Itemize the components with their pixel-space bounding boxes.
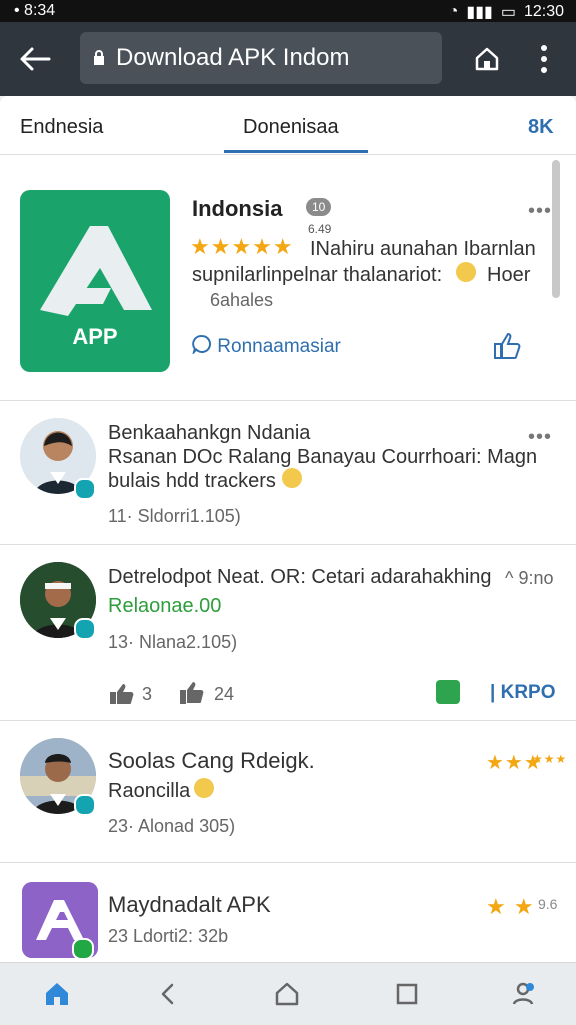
tab-bar: Endnesia Donenisaa 8K xyxy=(0,96,576,155)
bottom-nav xyxy=(0,962,576,1025)
emoji-icon xyxy=(456,262,476,282)
more-options-icon[interactable] xyxy=(536,42,552,76)
review-2-meta: 13· Nlana2.105) xyxy=(108,632,238,652)
url-text: Download APK Indom xyxy=(116,44,350,71)
review-2-title: Detrelodpot Neat. OR: Cetari adarahakhin… xyxy=(108,566,492,588)
review-1-line2: bulais hdd trackers xyxy=(108,470,276,492)
status-left: • 8:34 xyxy=(14,2,56,19)
divider xyxy=(0,400,576,401)
app-subbadge: 6.49 xyxy=(308,222,332,236)
emoji-icon xyxy=(194,778,214,798)
thumbs-up-icon[interactable] xyxy=(108,682,136,711)
review-2-highlight: Relaonae.00 xyxy=(108,595,222,617)
home-outline-icon[interactable] xyxy=(272,979,302,1009)
app-icon-label: APP xyxy=(72,324,118,349)
rating-stars: ★★★★★ xyxy=(190,234,294,259)
app-desc-line2: supnilarlinpelnar thalanariot: xyxy=(192,264,443,286)
review-3-line1: Raoncilla xyxy=(108,780,191,802)
status-bar: • 8:34 ◔ ▮▮▮ ▭ 12:30 xyxy=(0,0,576,22)
recent-apps-icon[interactable] xyxy=(392,979,422,1009)
app-bar: Download APK Indom xyxy=(0,22,576,96)
app-link-text: Ronnaamasiar xyxy=(217,336,341,358)
review-2-time: ^ 9:no xyxy=(505,568,554,588)
profile-icon[interactable] xyxy=(508,979,538,1009)
app-badge: 10 xyxy=(306,198,332,216)
like-icon[interactable] xyxy=(492,332,524,365)
likes-count: 3 xyxy=(142,684,153,704)
back-arrow-icon[interactable] xyxy=(18,44,52,74)
app-title: Indonsia xyxy=(192,196,283,221)
app-desc-line2b: Hoer xyxy=(487,264,531,286)
review-1-line1: Rsanan DOc Ralang Banayau Courrhoari: Ma… xyxy=(108,446,538,468)
app-desc-line1: INahiru aunahan Ibarnlan xyxy=(310,238,536,260)
divider xyxy=(0,544,576,545)
tab-left[interactable]: Endnesia xyxy=(20,116,103,139)
status-time: 12:30 xyxy=(523,3,564,20)
review-4-meta: 23 Ldorti2: 32b xyxy=(108,926,229,946)
url-bar[interactable]: Download APK Indom xyxy=(80,32,442,84)
chat-icon xyxy=(192,334,212,360)
home-icon[interactable] xyxy=(472,44,502,74)
app-link[interactable]: Ronnaamasiar xyxy=(192,334,341,360)
wifi-icon: ◔ xyxy=(448,3,459,20)
verified-icon xyxy=(74,618,96,640)
review-4-stars: ★ ★ xyxy=(486,894,535,919)
review-1-title: Benkaahankgn Ndania xyxy=(108,422,311,444)
message-icon[interactable] xyxy=(436,680,460,704)
divider xyxy=(0,862,576,863)
review-3-stars-small: ★★★ xyxy=(532,752,568,766)
status-right: ◔ ▮▮▮ ▭ 12:30 xyxy=(449,2,564,22)
tab-indicator xyxy=(224,150,368,153)
verified-icon xyxy=(72,938,94,960)
verified-icon xyxy=(74,794,96,816)
verified-icon xyxy=(74,478,96,500)
review-4-stars-small: 9.6 xyxy=(538,896,558,912)
lock-icon xyxy=(92,46,106,74)
thumbs-up-icon[interactable] xyxy=(178,680,206,711)
review-2-link[interactable]: | KRPO xyxy=(490,682,556,704)
battery-icon: ▭ xyxy=(500,4,516,21)
tab-center[interactable]: Donenisaa xyxy=(243,116,339,139)
scrollbar[interactable] xyxy=(552,160,560,298)
review-3-title: Soolas Cang Rdeigk. xyxy=(108,748,315,773)
app-icon: APP xyxy=(20,190,170,372)
signal-icon: ▮▮▮ xyxy=(466,4,493,21)
emoji-icon xyxy=(282,468,302,488)
review-4-title: Maydnadalt APK xyxy=(108,892,271,917)
more-dots-icon[interactable]: ••• xyxy=(528,200,552,223)
content-card: Endnesia Donenisaa 8K APP Indonsia 10 6.… xyxy=(0,96,576,962)
home-nav-icon[interactable] xyxy=(42,979,72,1009)
back-nav-icon[interactable] xyxy=(154,979,184,1009)
review-3-meta: 23· Alonad 305) xyxy=(108,816,236,836)
divider xyxy=(0,720,576,721)
review-1-meta: 11· Sldorri1.105) xyxy=(108,506,241,526)
app-desc-line3: 6ahales xyxy=(210,290,274,310)
tab-right[interactable]: 8K xyxy=(528,116,554,139)
dislikes-count: 24 xyxy=(214,684,235,704)
